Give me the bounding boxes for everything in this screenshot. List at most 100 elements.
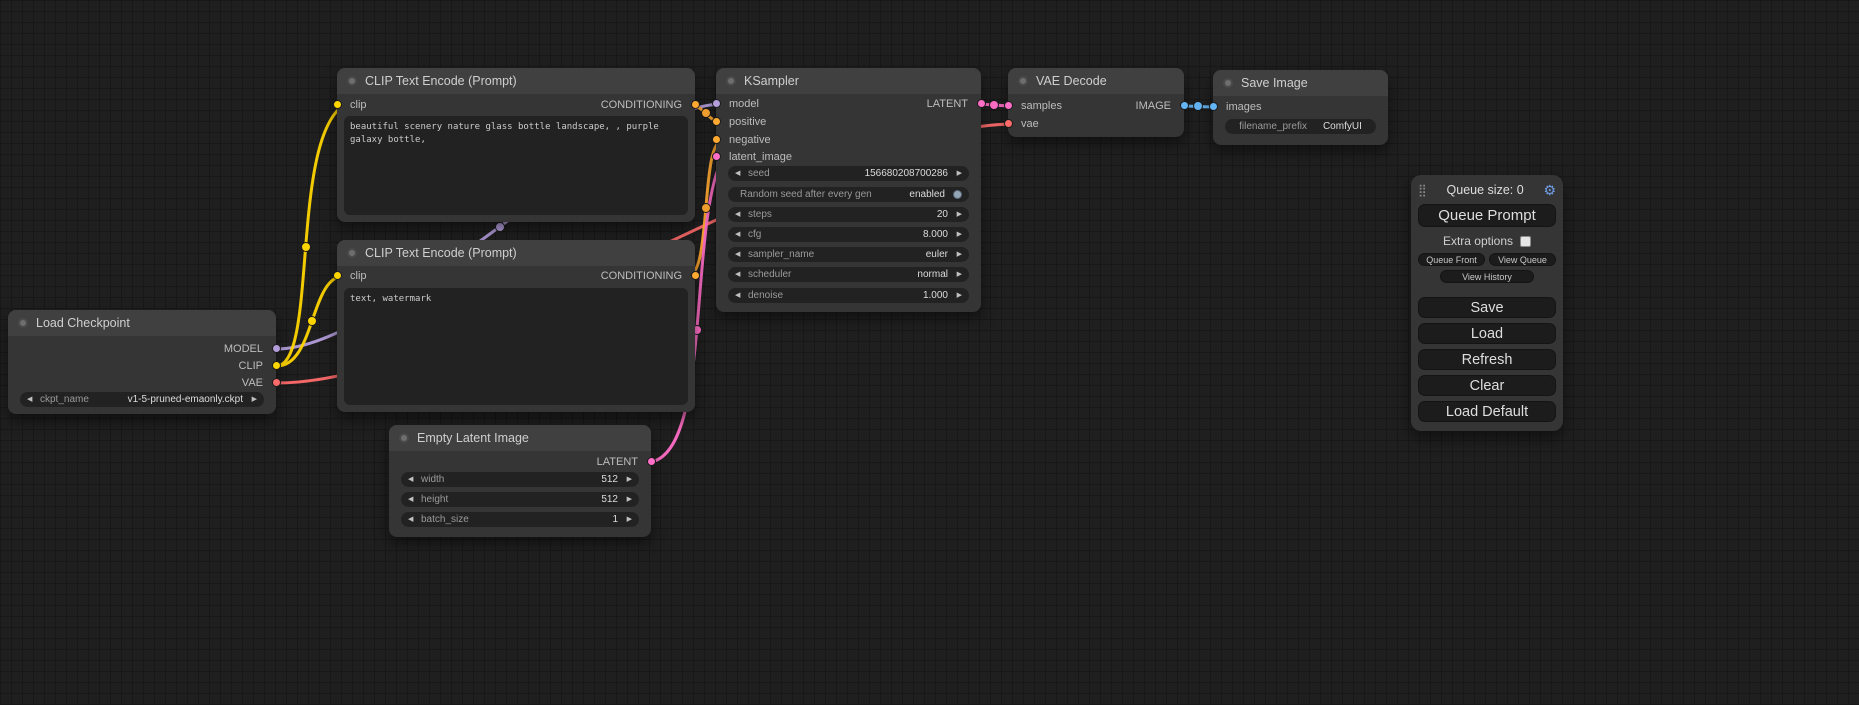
queue-prompt-button[interactable]: Queue Prompt bbox=[1418, 204, 1556, 227]
node-title-bar[interactable]: Load Checkpoint bbox=[8, 310, 276, 336]
output-label-image: IMAGE bbox=[1136, 100, 1171, 112]
clear-button[interactable]: Clear bbox=[1418, 375, 1556, 396]
input-slot-samples[interactable] bbox=[1004, 101, 1013, 110]
prompt-textarea[interactable]: text, watermark bbox=[344, 288, 688, 405]
widget-cfg[interactable]: ◀ cfg 8.000 ▶ bbox=[728, 227, 969, 242]
output-slot-conditioning[interactable] bbox=[691, 100, 700, 109]
input-slot-vae[interactable] bbox=[1004, 119, 1013, 128]
input-slot-latent-image[interactable] bbox=[712, 152, 721, 161]
prev-value-arrow-icon[interactable]: ◀ bbox=[735, 227, 746, 242]
collapse-dot-icon[interactable] bbox=[399, 433, 409, 443]
save-button[interactable]: Save bbox=[1418, 297, 1556, 318]
node-title-bar[interactable]: VAE Decode bbox=[1008, 68, 1184, 94]
widget-scheduler[interactable]: ◀ scheduler normal ▶ bbox=[728, 267, 969, 282]
output-slot-vae[interactable] bbox=[272, 378, 281, 387]
queue-front-button[interactable]: Queue Front bbox=[1418, 253, 1485, 266]
node-save-image[interactable]: Save Image images filename_prefix ComfyU… bbox=[1213, 70, 1388, 145]
settings-gear-icon[interactable]: ⚙ bbox=[1543, 183, 1556, 197]
input-slot-positive[interactable] bbox=[712, 117, 721, 126]
collapse-dot-icon[interactable] bbox=[347, 248, 357, 258]
prev-value-arrow-icon[interactable]: ◀ bbox=[408, 472, 419, 487]
prev-value-arrow-icon[interactable]: ◀ bbox=[27, 392, 38, 407]
widget-random-seed-toggle[interactable]: Random seed after every gen enabled bbox=[728, 187, 969, 202]
widget-ckpt-name[interactable]: ◀ ckpt_name v1-5-pruned-emaonly.ckpt ▶ bbox=[20, 392, 264, 407]
collapse-dot-icon[interactable] bbox=[1018, 76, 1028, 86]
widget-steps[interactable]: ◀ steps 20 ▶ bbox=[728, 207, 969, 222]
next-value-arrow-icon[interactable]: ▶ bbox=[951, 247, 962, 262]
prev-value-arrow-icon[interactable]: ◀ bbox=[735, 267, 746, 282]
prev-value-arrow-icon[interactable]: ◀ bbox=[735, 207, 746, 222]
widget-width[interactable]: ◀ width 512 ▶ bbox=[401, 472, 639, 487]
widget-value: v1-5-pruned-emaonly.ckpt bbox=[89, 394, 243, 405]
node-title-bar[interactable]: CLIP Text Encode (Prompt) bbox=[337, 240, 695, 266]
link-midpoint-dot bbox=[302, 243, 311, 252]
prev-value-arrow-icon[interactable]: ◀ bbox=[735, 166, 746, 181]
node-clip-text-encode-negative[interactable]: CLIP Text Encode (Prompt) clip CONDITION… bbox=[337, 240, 695, 412]
node-ksampler[interactable]: KSampler model LATENT positive negative … bbox=[716, 68, 981, 312]
node-title-bar[interactable]: Save Image bbox=[1213, 70, 1388, 96]
node-empty-latent-image[interactable]: Empty Latent Image LATENT ◀ width 512 ▶ … bbox=[389, 425, 651, 537]
widget-label: sampler_name bbox=[748, 249, 814, 260]
output-slot-latent[interactable] bbox=[977, 99, 986, 108]
prev-value-arrow-icon[interactable]: ◀ bbox=[408, 512, 419, 527]
input-slot-negative[interactable] bbox=[712, 135, 721, 144]
next-value-arrow-icon[interactable]: ▶ bbox=[951, 267, 962, 282]
widget-value: 512 bbox=[444, 474, 618, 485]
node-clip-text-encode-positive[interactable]: CLIP Text Encode (Prompt) clip CONDITION… bbox=[337, 68, 695, 222]
view-queue-button[interactable]: View Queue bbox=[1489, 253, 1556, 266]
collapse-dot-icon[interactable] bbox=[18, 318, 28, 328]
widget-label: cfg bbox=[748, 229, 761, 240]
collapse-dot-icon[interactable] bbox=[1223, 78, 1233, 88]
input-label-clip: clip bbox=[350, 99, 367, 111]
input-slot-model[interactable] bbox=[712, 99, 721, 108]
node-title-bar[interactable]: KSampler bbox=[716, 68, 981, 94]
prev-value-arrow-icon[interactable]: ◀ bbox=[408, 492, 419, 507]
next-value-arrow-icon[interactable]: ▶ bbox=[246, 392, 257, 407]
prev-value-arrow-icon[interactable]: ◀ bbox=[735, 247, 746, 262]
next-value-arrow-icon[interactable]: ▶ bbox=[621, 492, 632, 507]
load-default-button[interactable]: Load Default bbox=[1418, 401, 1556, 422]
next-value-arrow-icon[interactable]: ▶ bbox=[951, 166, 962, 181]
node-title-bar[interactable]: Empty Latent Image bbox=[389, 425, 651, 451]
widget-denoise[interactable]: ◀ denoise 1.000 ▶ bbox=[728, 288, 969, 303]
prompt-textarea[interactable]: beautiful scenery nature glass bottle la… bbox=[344, 116, 688, 215]
widget-label: Random seed after every gen bbox=[740, 189, 872, 200]
output-slot-clip[interactable] bbox=[272, 361, 281, 370]
collapse-dot-icon[interactable] bbox=[347, 76, 357, 86]
view-history-button[interactable]: View History bbox=[1440, 270, 1534, 283]
node-vae-decode[interactable]: VAE Decode samples IMAGE vae bbox=[1008, 68, 1184, 137]
toggle-dot-icon[interactable] bbox=[953, 190, 962, 199]
widget-sampler-name[interactable]: ◀ sampler_name euler ▶ bbox=[728, 247, 969, 262]
widget-height[interactable]: ◀ height 512 ▶ bbox=[401, 492, 639, 507]
node-title: CLIP Text Encode (Prompt) bbox=[365, 246, 517, 260]
widget-batch-size[interactable]: ◀ batch_size 1 ▶ bbox=[401, 512, 639, 527]
output-slot-model[interactable] bbox=[272, 344, 281, 353]
node-title-bar[interactable]: CLIP Text Encode (Prompt) bbox=[337, 68, 695, 94]
next-value-arrow-icon[interactable]: ▶ bbox=[621, 512, 632, 527]
input-slot-clip[interactable] bbox=[333, 100, 342, 109]
input-label-clip: clip bbox=[350, 270, 367, 282]
next-value-arrow-icon[interactable]: ▶ bbox=[951, 227, 962, 242]
output-label-model: MODEL bbox=[224, 343, 263, 355]
input-slot-clip[interactable] bbox=[333, 271, 342, 280]
next-value-arrow-icon[interactable]: ▶ bbox=[951, 288, 962, 303]
graph-canvas[interactable]: Load Checkpoint MODEL CLIP VAE ◀ ckpt_na… bbox=[0, 0, 1859, 705]
drag-handle-icon[interactable]: ⣿ bbox=[1418, 184, 1427, 196]
widget-value: 156680208700286 bbox=[770, 168, 948, 179]
widget-filename-prefix[interactable]: filename_prefix ComfyUI bbox=[1225, 119, 1376, 134]
output-slot-conditioning[interactable] bbox=[691, 271, 700, 280]
link-midpoint-dot bbox=[496, 223, 505, 232]
output-slot-latent[interactable] bbox=[647, 457, 656, 466]
input-slot-images[interactable] bbox=[1209, 102, 1218, 111]
load-button[interactable]: Load bbox=[1418, 323, 1556, 344]
prev-value-arrow-icon[interactable]: ◀ bbox=[735, 288, 746, 303]
widget-seed[interactable]: ◀ seed 156680208700286 ▶ bbox=[728, 166, 969, 181]
next-value-arrow-icon[interactable]: ▶ bbox=[951, 207, 962, 222]
node-load-checkpoint[interactable]: Load Checkpoint MODEL CLIP VAE ◀ ckpt_na… bbox=[8, 310, 276, 414]
next-value-arrow-icon[interactable]: ▶ bbox=[621, 472, 632, 487]
input-label-samples: samples bbox=[1021, 100, 1062, 112]
extra-options-checkbox[interactable] bbox=[1520, 236, 1531, 247]
collapse-dot-icon[interactable] bbox=[726, 76, 736, 86]
output-slot-image[interactable] bbox=[1180, 101, 1189, 110]
refresh-button[interactable]: Refresh bbox=[1418, 349, 1556, 370]
